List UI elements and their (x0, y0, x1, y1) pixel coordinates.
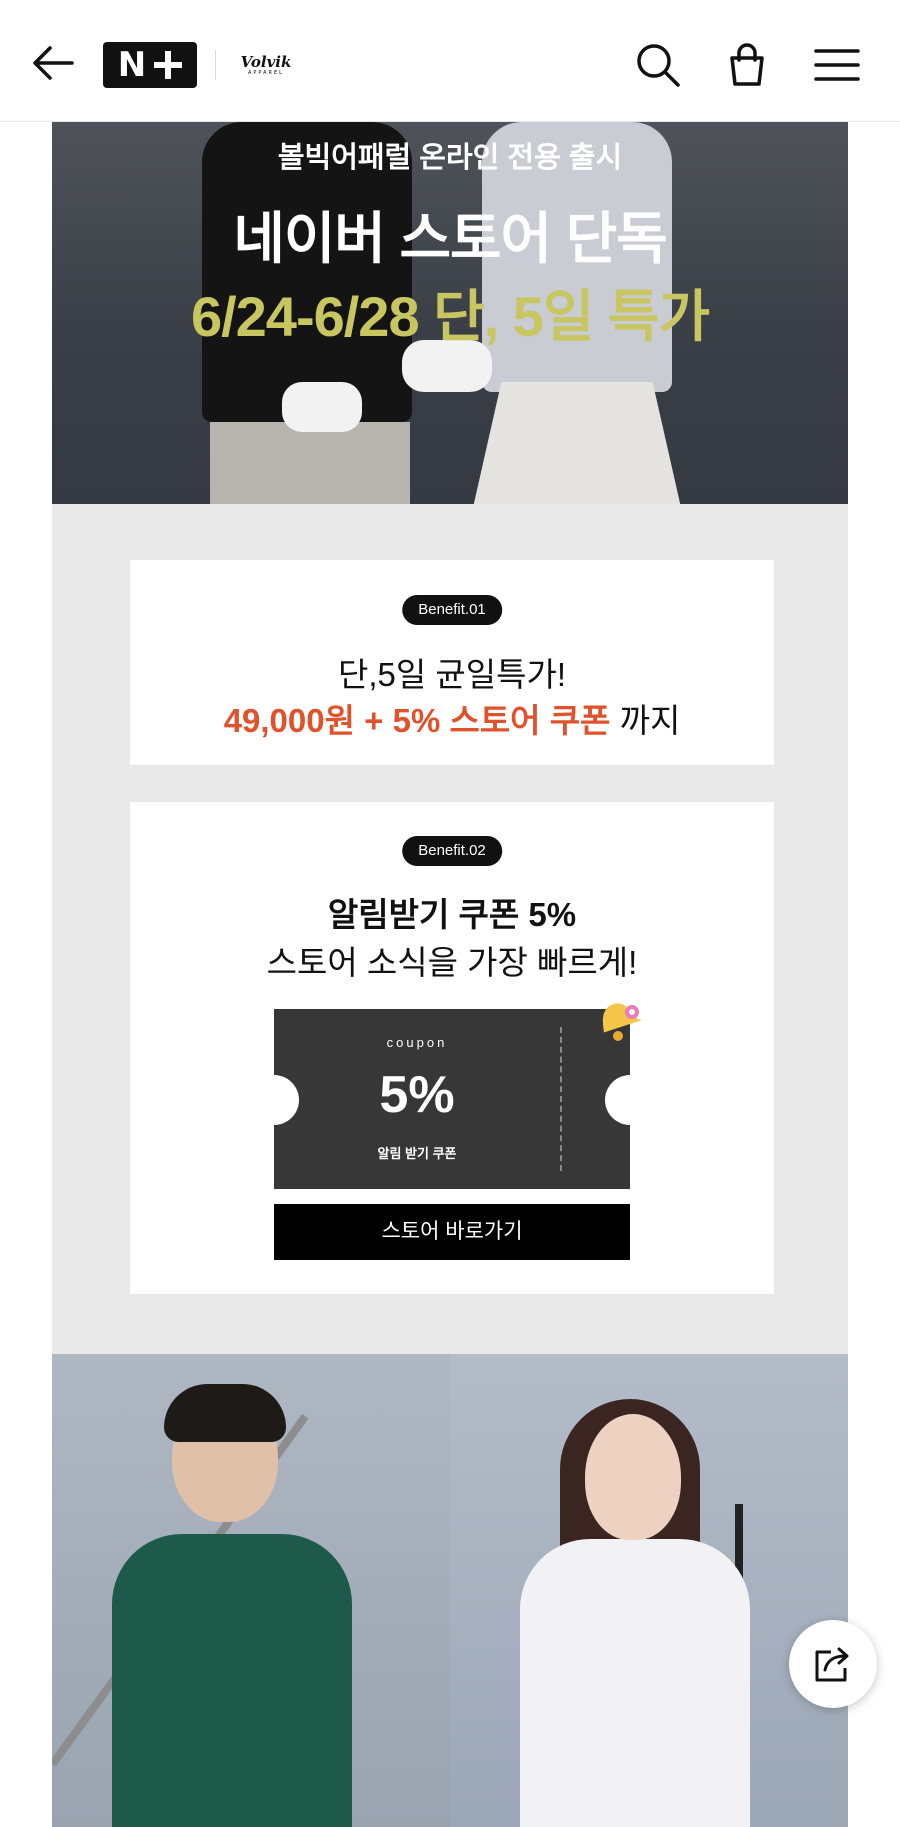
share-button[interactable] (789, 1620, 877, 1708)
bell-icon (602, 1003, 642, 1041)
benefit1-line2-rest: 까지 (610, 702, 681, 739)
green-polo-shirt (112, 1534, 352, 1827)
store-link-button[interactable]: 스토어 바로가기 (274, 1204, 630, 1260)
shopping-bag-icon (730, 43, 764, 86)
page: N Volvik APPAREL 볼빅어패럴 온라인 전용 출시 네이버 스토어… (0, 0, 900, 1827)
menu-button[interactable] (812, 40, 862, 90)
search-icon (637, 44, 680, 87)
golf-glove-image (282, 382, 362, 432)
naver-plus-logo[interactable]: N (103, 42, 197, 88)
coupon-notch (605, 1075, 655, 1125)
hero-title: 네이버 스토어 단독 (233, 207, 667, 270)
benefit2-line1: 알림받기 쿠폰 5% (327, 896, 577, 933)
logo-n: N (117, 45, 147, 85)
model-photo-woman[interactable] (450, 1354, 848, 1827)
model-face (585, 1414, 681, 1540)
benefit1-line1: 단,5일 균일특가! (337, 656, 567, 693)
coupon-ticket[interactable]: coupon 5% 알림 받기 쿠폰 (249, 1009, 655, 1189)
hero-model-man-pants (210, 422, 410, 504)
plus-icon (154, 51, 183, 79)
hero-promo: 6/24-6/28 단, 5일 특가 (190, 285, 710, 348)
benefit1-highlight: 49,000원 + 5% 스토어 쿠폰 (223, 702, 611, 739)
coupon-desc: 알림 받기 쿠폰 (377, 1146, 457, 1161)
top-header: N Volvik APPAREL (0, 0, 900, 122)
benefit-badge: Benefit.02 (402, 836, 502, 866)
brand-logo[interactable]: Volvik APPAREL (236, 54, 296, 78)
benefit-card-1: Benefit.01 단,5일 균일특가! 49,000원 + 5% 스토어 쿠… (130, 560, 774, 765)
benefit1-line2: 49,000원 + 5% 스토어 쿠폰 까지 (130, 694, 774, 742)
coupon-value: 5% (379, 1066, 455, 1124)
cart-button[interactable] (722, 40, 772, 90)
arrow-left-icon (33, 46, 74, 80)
brand-name: Volvik (240, 53, 292, 71)
coupon-divider (560, 1027, 562, 1171)
white-polo-shirt (520, 1539, 750, 1827)
benefits-section: Benefit.01 단,5일 균일특가! 49,000원 + 5% 스토어 쿠… (52, 504, 848, 1354)
coupon-label: coupon (386, 1035, 448, 1050)
share-icon (815, 1647, 849, 1682)
hero-banner[interactable]: 볼빅어패럴 온라인 전용 출시 네이버 스토어 단독 6/24-6/28 단, … (52, 122, 848, 504)
search-button[interactable] (633, 40, 683, 90)
back-button[interactable] (30, 40, 76, 86)
model-photo-man[interactable] (52, 1354, 450, 1827)
benefit2-line2: 스토어 소식을 가장 빠르게! (266, 944, 638, 981)
hero-subtitle: 볼빅어패럴 온라인 전용 출시 (277, 142, 623, 174)
logo-divider (215, 50, 216, 80)
model-hair (164, 1384, 286, 1442)
hero-model-woman-skirt (472, 382, 682, 504)
hamburger-menu-icon (814, 49, 860, 81)
benefit-badge: Benefit.01 (402, 595, 502, 625)
benefit-card-2: Benefit.02 알림받기 쿠폰 5% 스토어 소식을 가장 빠르게! co… (130, 802, 774, 1294)
